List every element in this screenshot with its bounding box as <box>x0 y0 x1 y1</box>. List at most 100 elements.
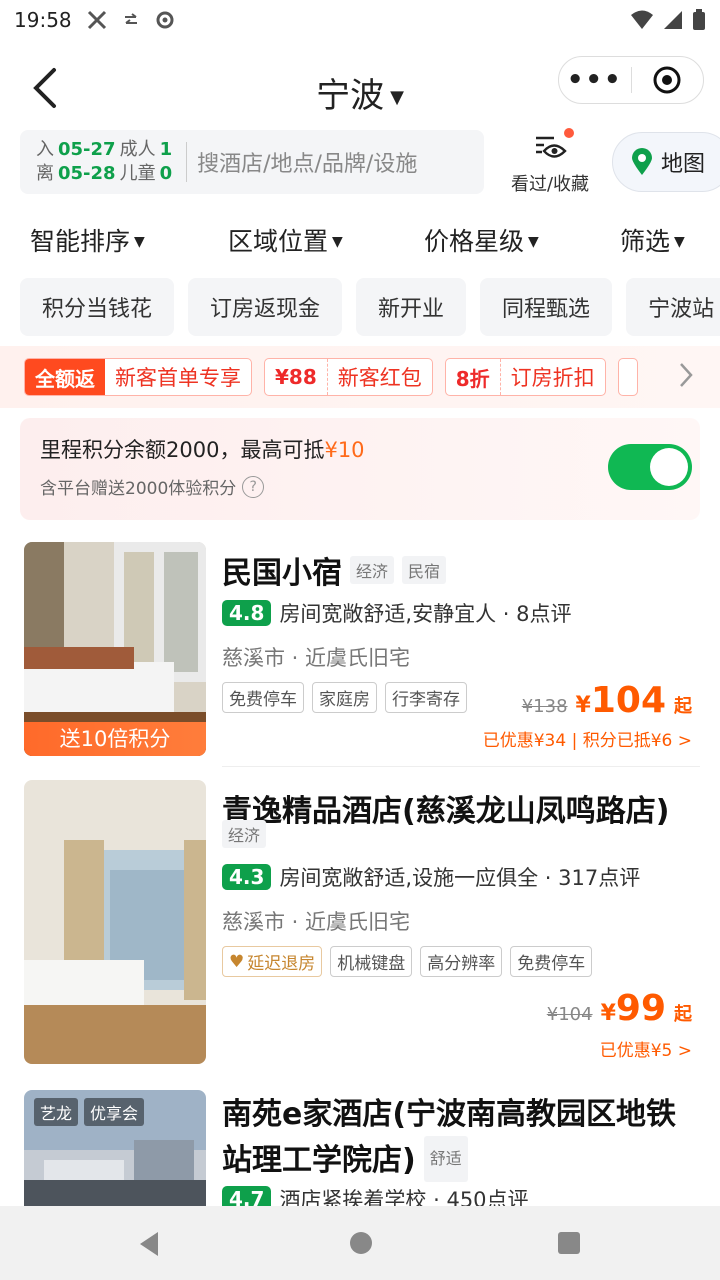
sort-area-label: 区域位置 <box>228 227 329 256</box>
price-suffix: 起 <box>674 696 692 717</box>
feature-tag: 家庭房 <box>312 682 377 713</box>
data-arrows-icon <box>124 13 137 24</box>
hotel-card[interactable]: 艺龙 优享会 南苑e家酒店(宁波南高教园区地铁 站理工学院店) 舒适 4.7 酒店紧挨着… <box>0 1088 720 1206</box>
hotel-rating: 4.8 房间宽敞舒适,安静宜人 · 8点评 <box>222 598 572 628</box>
promo-desc: 新客首单专享 <box>115 366 241 390</box>
hotel-tags: 经济 <box>214 820 267 851</box>
adults-count: 1 <box>159 139 173 160</box>
battery-icon <box>693 9 705 30</box>
hotel-name-text: 青逸精品酒店(慈溪龙山凤鸣路店) <box>222 794 670 829</box>
promo-discount[interactable]: 8折 订房折扣 <box>444 358 606 396</box>
search-input[interactable]: 搜酒店/地点/品牌/设施 <box>197 146 417 178</box>
brand-badge: 艺龙 <box>34 1098 79 1126</box>
current-price: 99 <box>615 988 666 1029</box>
chip-cashback[interactable]: 订房返现金 <box>188 278 343 336</box>
promo-tag: 全额返 <box>25 359 105 395</box>
original-price: ¥138 <box>521 696 568 717</box>
hotel-name: 南苑e家酒店(宁波南高教园区地铁 站理工学院店) 舒适 <box>222 1094 676 1182</box>
hotel-name: 青逸精品酒店(慈溪龙山凤鸣路店) <box>222 786 669 830</box>
hotel-location: 慈溪市 · 近虞氏旧宅 <box>222 910 411 934</box>
feature-tag: 行李寄存 <box>385 682 467 713</box>
discount-detail[interactable]: 已优惠¥5 > <box>600 1036 692 1061</box>
sort-bar: 智能排序 ▼ 区域位置 ▼ 价格星级 ▼ 筛选 ▼ <box>0 218 720 266</box>
sort-area[interactable]: 区域位置 ▼ <box>228 222 343 258</box>
promo-strip[interactable]: 全额返 新客首单专享 ¥88 新客红包 8折 订房折扣 <box>0 346 720 408</box>
hotel-photo[interactable]: 艺龙 优享会 <box>24 1090 206 1206</box>
feature-tag: 免费停车 <box>510 946 593 977</box>
signal-icon <box>664 11 682 29</box>
wifi-icon <box>631 10 653 29</box>
sort-price-star[interactable]: 价格星级 ▼ <box>424 222 539 258</box>
hotel-rating: 4.7 酒店紧挨着学校 · 450点评 <box>222 1184 529 1206</box>
more-dots-icon[interactable]: ••• <box>559 65 631 95</box>
caret-down-icon: ▼ <box>674 234 685 250</box>
nav-back-icon[interactable] <box>136 1230 162 1258</box>
hotel-name-line1: 南苑e家酒店(宁波南高教园区地铁 <box>222 1097 677 1132</box>
search-divider <box>186 142 188 182</box>
nav-recents-icon[interactable] <box>556 1230 582 1256</box>
sort-filter-label: 筛选 <box>620 227 671 256</box>
miles-sub: 含平台赠送2000体验积分? <box>40 474 265 499</box>
miles-sub-text: 含平台赠送2000体验积分 <box>40 479 237 499</box>
hotel-photo[interactable] <box>24 780 206 1064</box>
discount-detail[interactable]: 已优惠¥34 | 积分已抵¥6 > <box>483 726 692 751</box>
hotel-features: ♥ 延迟退房 机械键盘 高分辨率 免费停车 <box>222 946 593 977</box>
currency-symbol: ¥ <box>575 693 591 718</box>
chip-new-open[interactable]: 新开业 <box>356 278 467 336</box>
nav-home-icon[interactable] <box>348 1230 374 1256</box>
map-label: 地图 <box>661 152 706 177</box>
mini-program-capsule: ••• <box>558 56 704 104</box>
quick-filter-chips: 积分当钱花 订房返现金 新开业 同程甄选 宁波站 <box>20 278 720 336</box>
sort-smart[interactable]: 智能排序 ▼ <box>30 222 145 258</box>
caret-down-icon: ▼ <box>332 234 343 250</box>
price-suffix: 起 <box>674 1004 692 1025</box>
map-button[interactable]: 地图 <box>612 132 720 192</box>
hotel-price: ¥104 ¥99 起 <box>547 988 692 1029</box>
hotel-tag: 经济 <box>222 820 267 848</box>
heart-icon: ♥ <box>229 951 245 972</box>
promo-full-refund[interactable]: 全额返 新客首单专享 <box>24 358 252 396</box>
search-box[interactable]: 入 05-27 成人 1 离 05-28 儿童 0 搜酒店/地点/品牌/设施 <box>20 130 484 194</box>
hotel-card[interactable]: 青逸精品酒店(慈溪龙山凤鸣路店) 经济 4.3 房间宽敞舒适,设施一应俱全 · 3… <box>0 778 720 1068</box>
chip-tongcheng-select[interactable]: 同程甄选 <box>480 278 613 336</box>
chip-points[interactable]: 积分当钱花 <box>20 278 175 336</box>
chevron-right-icon[interactable] <box>678 360 694 390</box>
points-badge: 送10倍积分 <box>24 722 206 756</box>
sort-smart-label: 智能排序 <box>30 227 131 256</box>
question-icon[interactable]: ? <box>242 475 265 498</box>
miles-toggle[interactable] <box>608 444 692 490</box>
sort-filter[interactable]: 筛选 ▼ <box>620 222 685 258</box>
miles-text: 里程积分余额2000，最高可抵 <box>40 438 325 462</box>
promo-desc: 新客红包 <box>326 359 432 395</box>
checkin-label: 入 <box>36 139 54 160</box>
score-badge: 4.7 <box>222 1186 272 1206</box>
children-label: 儿童 <box>119 163 156 184</box>
children-count: 0 <box>159 163 173 184</box>
miles-points-panel: 里程积分余额2000，最高可抵¥10 含平台赠送2000体验积分? <box>20 418 700 520</box>
caret-down-icon: ▼ <box>390 87 404 108</box>
close-target-icon[interactable] <box>632 65 704 95</box>
date-guests-selector[interactable]: 入 05-27 成人 1 离 05-28 儿童 0 <box>20 138 176 186</box>
caret-down-icon: ▼ <box>134 234 145 250</box>
checkout-label: 离 <box>36 163 54 184</box>
promo-desc: 订房折扣 <box>499 359 605 395</box>
history-label: 看过/收藏 <box>510 174 590 195</box>
hotel-card[interactable]: 送10倍积分 民国小宿 经济 民宿 4.8 房间宽敞舒适,安静宜人 · 8点评 慈溪市… <box>0 540 720 770</box>
hotel-tag: 经济 <box>350 556 395 584</box>
promo-red-packet[interactable]: ¥88 新客红包 <box>264 358 433 396</box>
hotel-photo[interactable]: 送10倍积分 <box>24 542 206 756</box>
promo-tag: ¥88 <box>275 365 317 389</box>
hotel-tag: 舒适 <box>423 1136 468 1182</box>
feature-tag: ♥ 延迟退房 <box>222 946 323 977</box>
chip-ningbo-station[interactable]: 宁波站 <box>626 278 720 336</box>
card-divider <box>222 766 700 767</box>
hotel-name: 民国小宿 经济 民宿 <box>222 548 447 592</box>
feature-tag: 免费停车 <box>222 682 304 713</box>
caret-down-icon: ▼ <box>528 234 539 250</box>
status-time: 19:58 <box>14 8 72 32</box>
hotel-name-text: 民国小宿 <box>222 556 342 591</box>
feature-text: 延迟退房 <box>247 954 316 974</box>
current-price: 104 <box>590 680 666 721</box>
history-favorites-button[interactable]: 看过/收藏 <box>500 128 600 196</box>
miles-balance: 里程积分余额2000，最高可抵¥10 <box>40 434 365 464</box>
